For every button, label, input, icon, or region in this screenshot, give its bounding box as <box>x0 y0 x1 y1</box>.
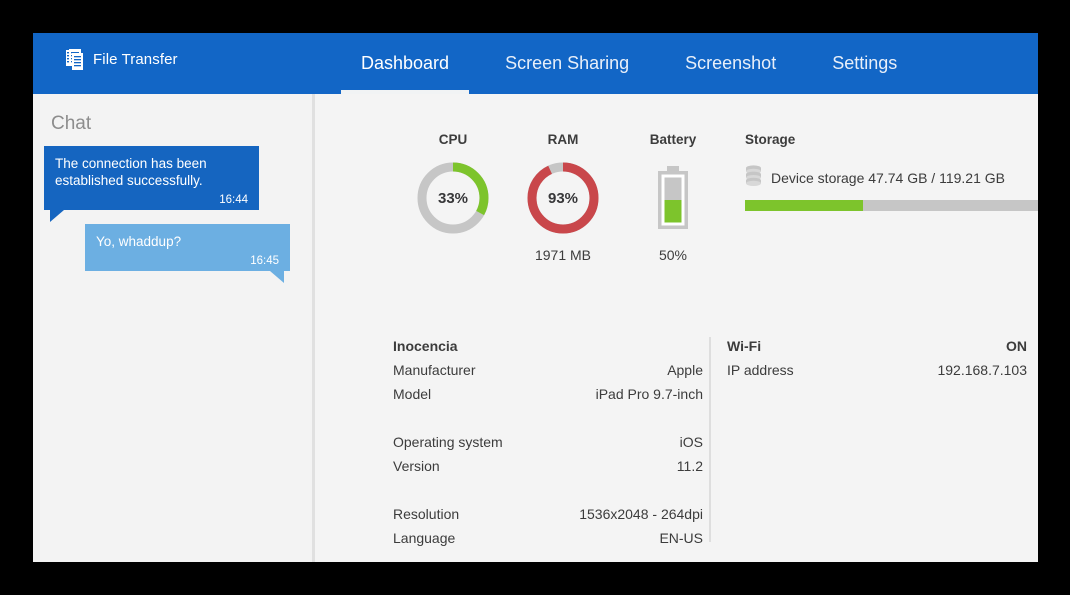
ip-address-row: IP address 192.168.7.103 <box>727 358 1027 382</box>
app-window: File Transfer Dashboard Screen Sharing S… <box>33 33 1038 562</box>
device-row-value: iOS <box>679 434 703 450</box>
storage-label: Storage <box>745 132 796 147</box>
storage-row: Device storage 47.74 GB / 119.21 GB <box>745 165 1038 191</box>
ram-subvalue: 1971 MB <box>534 247 592 263</box>
device-row-operating-system: Operating system iOS <box>393 430 703 454</box>
chat-message-time: 16:45 <box>250 255 279 267</box>
ip-address-value: 192.168.7.103 <box>937 362 1027 378</box>
device-row-model: Model iPad Pro 9.7-inch <box>393 382 703 406</box>
device-row-value: 11.2 <box>676 458 703 474</box>
metrics-row: CPU 33% RAM 93% 1971 MB Battery 50% Stor… <box>315 94 1038 299</box>
chat-bubble-incoming[interactable]: The connection has been established succ… <box>44 146 259 222</box>
network-info-panel: Wi-Fi ON IP address 192.168.7.103 <box>727 334 1027 382</box>
device-name-row: Inocencia <box>393 334 703 358</box>
storage-section: Storage Device storage 47.74 GB / 119.21… <box>745 132 1038 211</box>
info-divider <box>709 337 711 542</box>
disk-stack-icon <box>745 165 762 191</box>
metric-cpu-label: CPU <box>438 132 468 147</box>
device-row-language: Language EN-US <box>393 526 703 550</box>
chat-title: Chat <box>51 113 92 134</box>
chat-message-text: The connection has been established succ… <box>55 156 207 188</box>
battery-value: 50% <box>658 247 688 263</box>
metric-battery-label: Battery <box>649 132 697 147</box>
device-row-key: Version <box>393 458 440 474</box>
device-row-key: Resolution <box>393 506 460 522</box>
metric-ram-label: RAM <box>547 132 579 147</box>
brand-label: File Transfer <box>93 51 178 68</box>
chat-message-list: The connection has been established succ… <box>33 146 312 285</box>
ram-value: 93% <box>547 189 579 207</box>
metric-ram: RAM 93% 1971 MB <box>503 132 623 263</box>
ram-donut-gauge: 93% <box>525 160 601 236</box>
device-row-key: Operating system <box>393 434 503 450</box>
cpu-value: 33% <box>437 189 469 207</box>
device-row-value: EN-US <box>659 530 703 546</box>
tab-settings-label: Settings <box>832 53 898 73</box>
tab-dashboard[interactable]: Dashboard <box>333 33 477 94</box>
tab-screen-sharing[interactable]: Screen Sharing <box>477 33 657 94</box>
device-row-key: Model <box>393 386 432 402</box>
tab-screenshot[interactable]: Screenshot <box>657 33 804 94</box>
storage-usage-text: Device storage 47.74 GB / 119.21 GB <box>771 170 1005 186</box>
device-row-key: Manufacturer <box>393 362 476 378</box>
device-row-value: Apple <box>667 362 703 378</box>
device-name: Inocencia <box>393 338 458 354</box>
device-row-key: Language <box>393 530 456 546</box>
wifi-status-badge: ON <box>1006 338 1027 354</box>
chat-message: The connection has been established succ… <box>33 146 312 222</box>
cpu-donut-gauge: 33% <box>415 160 491 236</box>
device-row-value: 1536x2048 - 264dpi <box>579 506 703 522</box>
tab-dashboard-label: Dashboard <box>361 53 450 73</box>
ip-address-key: IP address <box>727 362 794 378</box>
tab-screen-sharing-label: Screen Sharing <box>505 53 630 73</box>
main-content: CPU 33% RAM 93% 1971 MB Battery 50% Stor… <box>315 94 1038 562</box>
wifi-label: Wi-Fi <box>727 338 762 354</box>
app-header: File Transfer Dashboard Screen Sharing S… <box>33 33 1038 94</box>
chat-message: Yo, whaddup? 16:45 <box>33 224 312 283</box>
chat-bubble-outgoing[interactable]: Yo, whaddup? 16:45 <box>85 224 290 283</box>
info-section: Inocencia Manufacturer Apple Model iPad … <box>315 334 1038 546</box>
metric-battery: Battery 50% <box>613 132 733 263</box>
device-row-resolution: Resolution 1536x2048 - 264dpi <box>393 502 703 526</box>
device-row-version: Version 11.2 <box>393 454 703 478</box>
storage-progress-bar <box>745 200 1038 211</box>
storage-progress-fill <box>745 200 864 211</box>
metric-cpu: CPU 33% <box>393 132 513 236</box>
chat-sidebar: Chat The connection has been established… <box>33 94 315 562</box>
device-row-manufacturer: Manufacturer Apple <box>393 358 703 382</box>
nav-tabs: Dashboard Screen Sharing Screenshot Sett… <box>333 33 925 94</box>
chat-message-time: 16:44 <box>219 194 248 206</box>
chat-message-text: Yo, whaddup? <box>96 234 182 249</box>
document-lines-icon <box>66 49 86 70</box>
device-info-panel: Inocencia Manufacturer Apple Model iPad … <box>393 334 703 550</box>
battery-icon <box>635 160 711 236</box>
brand: File Transfer <box>66 49 178 70</box>
tab-settings[interactable]: Settings <box>804 33 925 94</box>
device-row-value: iPad Pro 9.7-inch <box>595 386 703 402</box>
tab-screenshot-label: Screenshot <box>685 53 777 73</box>
wifi-status-row: Wi-Fi ON <box>727 334 1027 358</box>
